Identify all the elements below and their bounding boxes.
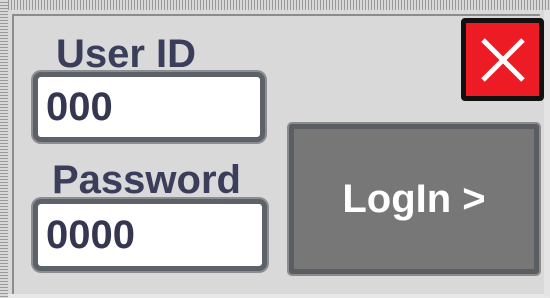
close-button[interactable] [461,18,544,101]
password-field[interactable]: 0000 [33,199,267,271]
close-icon [480,37,525,82]
user-id-field[interactable]: 000 [33,72,265,142]
user-id-label: User ID [56,32,197,76]
password-value: 0000 [46,212,135,257]
dialog-left-border [0,0,8,298]
password-label: Password [52,158,241,202]
user-id-value: 000 [46,84,113,129]
dialog-top-border [0,0,550,10]
login-button-label: LogIn > [342,176,486,221]
login-button[interactable]: LogIn > [289,124,539,274]
